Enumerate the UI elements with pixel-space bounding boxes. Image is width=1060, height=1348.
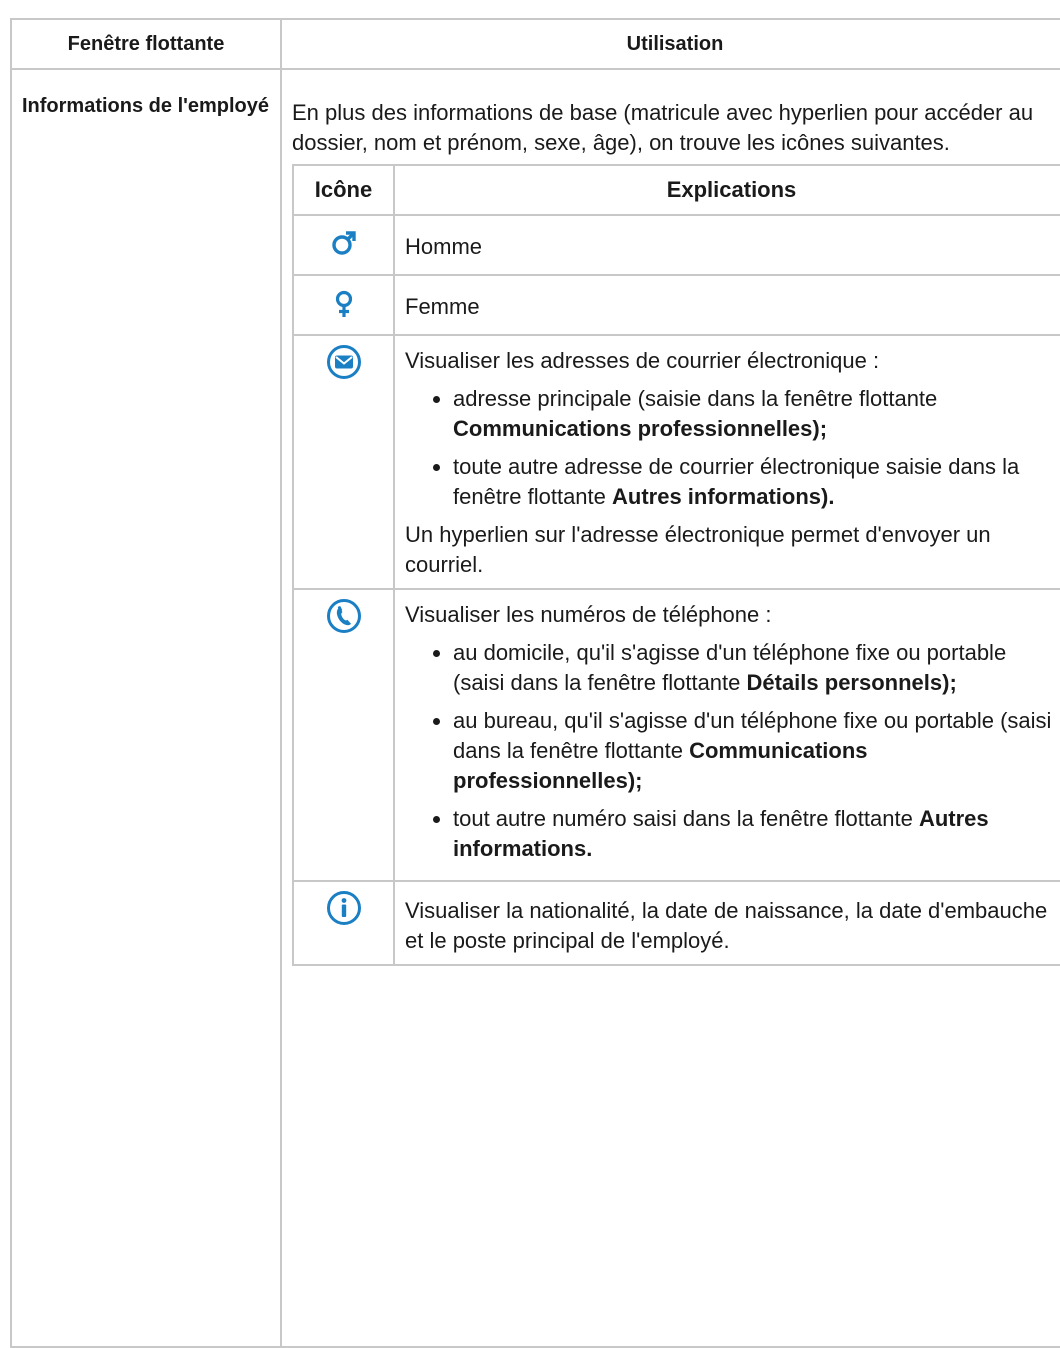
- table-row: Visualiser les adresses de courrier élec…: [292, 334, 1060, 590]
- table-row: Femme: [292, 274, 1060, 336]
- icons-table: Icône Explications Homme Femme Visualise…: [292, 164, 1060, 966]
- main-table: Fenêtre flottante Utilisation Informatio…: [10, 18, 1060, 1348]
- phone-intro: Visualiser les numéros de téléphone :: [405, 602, 772, 627]
- list-item: tout autre numéro saisi dans la fenêtre …: [453, 804, 1058, 864]
- email-intro: Visualiser les adresses de courrier élec…: [405, 348, 880, 373]
- icon-cell: [292, 588, 395, 882]
- list-item: adresse principale (saisie dans la fenêt…: [453, 384, 1058, 444]
- header-icon: Icône: [292, 164, 395, 216]
- header-usage: Utilisation: [280, 18, 1060, 70]
- icon-cell: [292, 274, 395, 336]
- explanation-cell: Femme: [393, 274, 1060, 336]
- explanation-cell: Visualiser la nationalité, la date de na…: [393, 880, 1060, 966]
- female-text: Femme: [405, 294, 480, 319]
- table-row: Visualiser la nationalité, la date de na…: [292, 880, 1060, 966]
- male-text: Homme: [405, 234, 483, 259]
- info-icon: [326, 891, 361, 925]
- table-row: Visualiser les numéros de téléphone : au…: [292, 588, 1060, 882]
- row-label: Informations de l'employé: [10, 68, 282, 1348]
- usage-cell: En plus des informations de base (matric…: [280, 68, 1060, 1348]
- icon-cell: [292, 880, 395, 966]
- email-icon: [326, 345, 361, 379]
- explanation-cell: Visualiser les adresses de courrier élec…: [393, 334, 1060, 590]
- icon-cell: [292, 214, 395, 276]
- list-item: au bureau, qu'il s'agisse d'un téléphone…: [453, 706, 1058, 796]
- female-icon: [335, 290, 352, 317]
- email-bullet-list: adresse principale (saisie dans la fenêt…: [405, 384, 1058, 512]
- explanation-cell: Homme: [393, 214, 1060, 276]
- header-explanations: Explications: [393, 164, 1060, 216]
- list-item: au domicile, qu'il s'agisse d'un télépho…: [453, 638, 1058, 698]
- phone-icon: [326, 599, 361, 633]
- row-label-text: Informations de l'employé: [22, 95, 270, 117]
- email-outro: Un hyperlien sur l'adresse électronique …: [405, 522, 991, 577]
- icon-cell: [292, 334, 395, 590]
- info-text: Visualiser la nationalité, la date de na…: [405, 898, 1048, 953]
- header-floating-window: Fenêtre flottante: [10, 18, 282, 70]
- table-row: Homme: [292, 214, 1060, 276]
- male-icon: [331, 231, 356, 255]
- list-item: toute autre adresse de courrier électron…: [453, 452, 1058, 512]
- phone-bullet-list: au domicile, qu'il s'agisse d'un télépho…: [405, 638, 1058, 864]
- explanation-cell: Visualiser les numéros de téléphone : au…: [393, 588, 1060, 882]
- usage-intro: En plus des informations de base (matric…: [292, 100, 1034, 155]
